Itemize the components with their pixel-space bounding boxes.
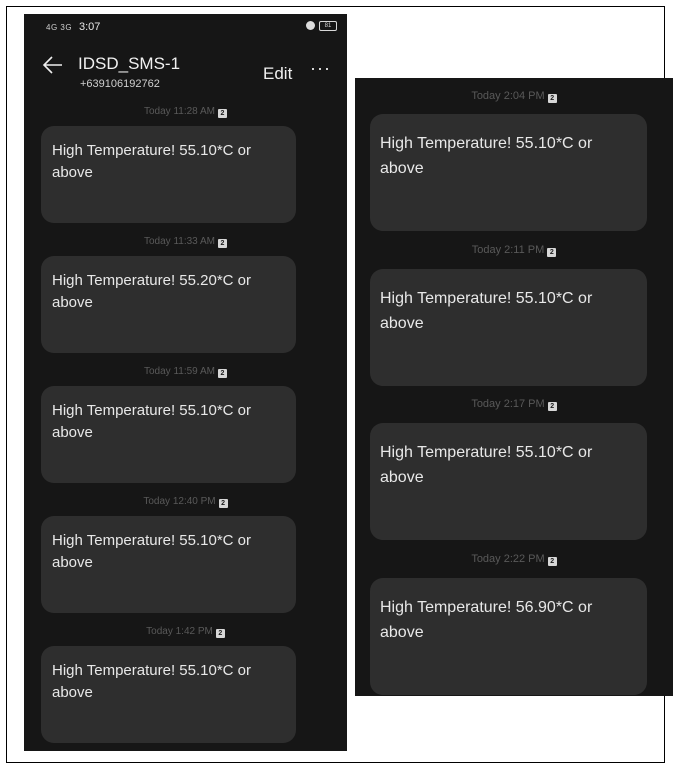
message-timestamp: Today 2:11 PM 2 — [355, 244, 673, 257]
message-bubble[interactable]: High Temperature! 55.10*C or above — [41, 386, 296, 483]
message-bubble[interactable]: High Temperature! 55.10*C or above — [370, 114, 647, 231]
message-timestamp: Today 11:59 AM 2 — [24, 366, 347, 378]
message-bubble[interactable]: High Temperature! 55.10*C or above — [370, 269, 647, 386]
status-time: 3:07 — [79, 21, 101, 33]
conversation-header: IDSD_SMS-1 +639106192762 Edit ··· — [24, 40, 347, 96]
message-timestamp: Today 11:33 AM 2 — [24, 236, 347, 248]
message-timestamp: Today 12:40 PM 2 — [24, 496, 347, 508]
sim-badge-icon: 2 — [547, 248, 557, 257]
sim-badge-icon: 2 — [218, 499, 228, 508]
message-bubble[interactable]: High Temperature! 55.10*C or above — [41, 516, 296, 613]
message-timestamp: Today 2:22 PM 2 — [355, 553, 673, 566]
sim-badge-icon: 2 — [215, 629, 225, 638]
sim-badge-icon: 2 — [217, 239, 227, 248]
status-bar: 4G 3G 3:07 81 — [24, 14, 347, 40]
message-timestamp: Today 11:28 AM 2 — [24, 106, 347, 118]
message-bubble[interactable]: High Temperature! 55.10*C or above — [41, 646, 296, 743]
message-timestamp: Today 2:17 PM 2 — [355, 398, 673, 411]
contact-number: +639106192762 — [80, 78, 160, 90]
alarm-icon — [306, 21, 315, 30]
message-timestamp: Today 1:42 PM 2 — [24, 626, 347, 638]
signal-icon: 4G 3G — [46, 23, 73, 32]
more-options-icon[interactable]: ··· — [310, 58, 331, 79]
sim-badge-icon: 2 — [217, 369, 227, 378]
sim-badge-icon: 2 — [547, 557, 557, 566]
message-bubble[interactable]: High Temperature! 55.10*C or above — [41, 126, 296, 223]
battery-icon: 81 — [319, 21, 337, 31]
sim-badge-icon: 2 — [217, 109, 227, 118]
phone-screen-left: 4G 3G 3:07 81 IDSD_SMS-1 +639106192762 E… — [24, 14, 347, 751]
edit-button[interactable]: Edit — [263, 64, 292, 84]
contact-name: IDSD_SMS-1 — [78, 54, 181, 73]
message-timestamp: Today 2:04 PM 2 — [355, 90, 673, 103]
message-bubble[interactable]: High Temperature! 55.20*C or above — [41, 256, 296, 353]
back-arrow-icon[interactable] — [42, 54, 64, 76]
message-bubble[interactable]: High Temperature! 56.90*C or above — [370, 578, 647, 695]
message-bubble[interactable]: High Temperature! 55.10*C or above — [370, 423, 647, 540]
sim-badge-icon: 2 — [547, 94, 557, 103]
sim-badge-icon: 2 — [547, 402, 557, 411]
phone-screen-right: Today 2:04 PM 2 High Temperature! 55.10*C… — [355, 78, 673, 696]
